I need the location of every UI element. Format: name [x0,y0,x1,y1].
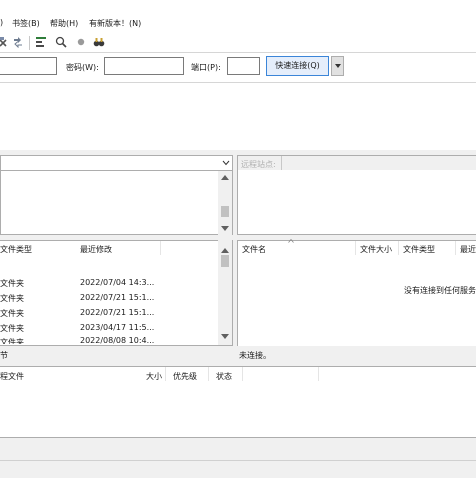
scroll-up-icon[interactable] [221,248,229,253]
list-item-type: 文件夹 [0,309,24,318]
search-icon[interactable] [55,36,67,48]
list-item-type: 文件夹 [0,294,24,303]
column-divider [398,241,399,255]
list-item-modified: 2022/07/21 15:1... [80,293,155,302]
column-divider [242,367,243,381]
message-log [0,84,476,151]
password-label: 密码(W): [66,63,99,72]
queue-tab-strip [0,438,476,460]
stop-icon[interactable] [75,36,87,48]
menu-item-help[interactable]: 帮助(H) [50,18,78,29]
local-path-combo[interactable] [0,156,233,171]
queue-col-size[interactable]: 大小 [146,371,162,382]
remote-col-filetype[interactable]: 文件类型 [403,244,435,255]
remote-path-combo[interactable] [282,156,476,170]
password-field[interactable] [104,57,184,75]
list-item-modified: 2022/08/08 10:4... [80,336,155,344]
remote-empty-message: 没有连接到任何服务 [404,286,476,295]
menu-item-view[interactable]: ) [0,18,3,27]
remote-site-label-box: 远程站点: [238,156,282,170]
local-col-filetype[interactable]: 文件类型 [0,244,32,255]
queue-col-status[interactable]: 状态 [216,371,232,382]
scroll-up-icon[interactable] [221,175,229,180]
filter-icon[interactable] [35,36,47,48]
remote-status-bar: 未连接。 [237,346,476,362]
menu-item-new-version[interactable]: 有新版本！(N) [89,18,141,29]
scroll-down-icon[interactable] [221,334,229,339]
status-bar [0,460,476,478]
column-divider [355,241,356,255]
sort-ascending-icon [288,239,294,243]
remote-col-modified[interactable]: 最近 [460,244,476,255]
port-label: 端口(P): [191,63,221,72]
local-list-scrollbar[interactable] [218,240,232,345]
list-item-modified: 2022/07/21 15:1... [80,308,155,317]
local-tree-panel [0,155,233,235]
remote-site-label: 远程站点: [241,160,276,169]
list-item-modified: 2022/07/04 14:3... [80,278,155,287]
scroll-thumb[interactable] [221,255,229,267]
port-field[interactable] [227,57,260,75]
quickconnect-bar: 密码(W): 端口(P): 快速连接(Q) [0,52,476,82]
menu-bar: ) 书签(B) 帮助(H) 有新版本！(N) [0,14,476,32]
quickconnect-dropdown[interactable] [331,56,344,76]
column-divider [165,367,166,381]
scroll-down-icon[interactable] [221,226,229,231]
local-status-text: 节 [0,351,8,360]
list-item-modified: 2023/04/17 11:5... [80,323,155,332]
close-icon[interactable] [0,36,10,48]
column-divider [455,241,456,255]
username-field[interactable] [0,57,57,75]
quickconnect-divider [0,82,476,83]
sync-icon[interactable] [12,36,24,48]
local-status-bar: 节 [0,346,233,362]
scroll-thumb[interactable] [221,206,229,217]
queue-col-priority[interactable]: 优先级 [173,371,197,382]
menu-item-bookmarks[interactable]: 书签(B) [12,18,40,29]
toolbar [0,34,476,52]
quickconnect-button[interactable]: 快速连接(Q) [266,56,329,76]
toolbar-separator [29,36,30,50]
transfer-queue [0,366,476,438]
list-item-type: 文件夹 [0,338,24,344]
local-col-modified[interactable]: 最近修改 [80,244,112,255]
local-tree-scrollbar[interactable] [218,171,232,235]
remote-tree-panel: 远程站点: [237,155,476,235]
list-item-type: 文件夹 [0,279,24,288]
binoculars-icon[interactable] [93,36,105,48]
remote-status-text: 未连接。 [239,351,271,360]
remote-col-filename[interactable]: 文件名 [242,244,266,255]
column-divider [208,367,209,381]
column-divider [318,367,319,381]
list-item-type: 文件夹 [0,324,24,333]
remote-col-filesize[interactable]: 文件大小 [360,244,392,255]
queue-col-remote-file[interactable]: 程文件 [0,371,24,382]
column-divider [160,241,161,255]
chevron-down-icon [222,160,230,166]
